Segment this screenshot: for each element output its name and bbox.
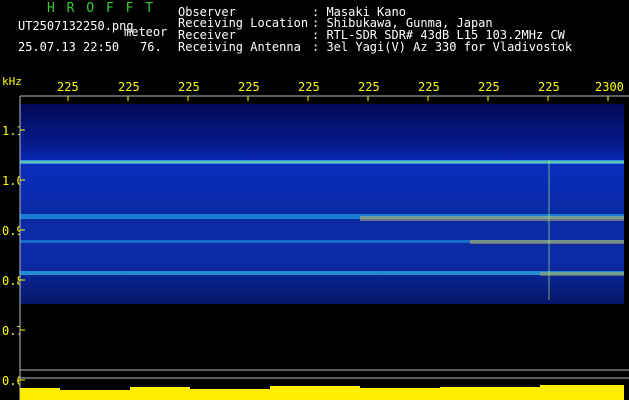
hrofft-viewer: H R O F F T UT2507132250.png meteor 25.0…	[0, 0, 629, 400]
spectrogram-overlay	[19, 95, 629, 400]
